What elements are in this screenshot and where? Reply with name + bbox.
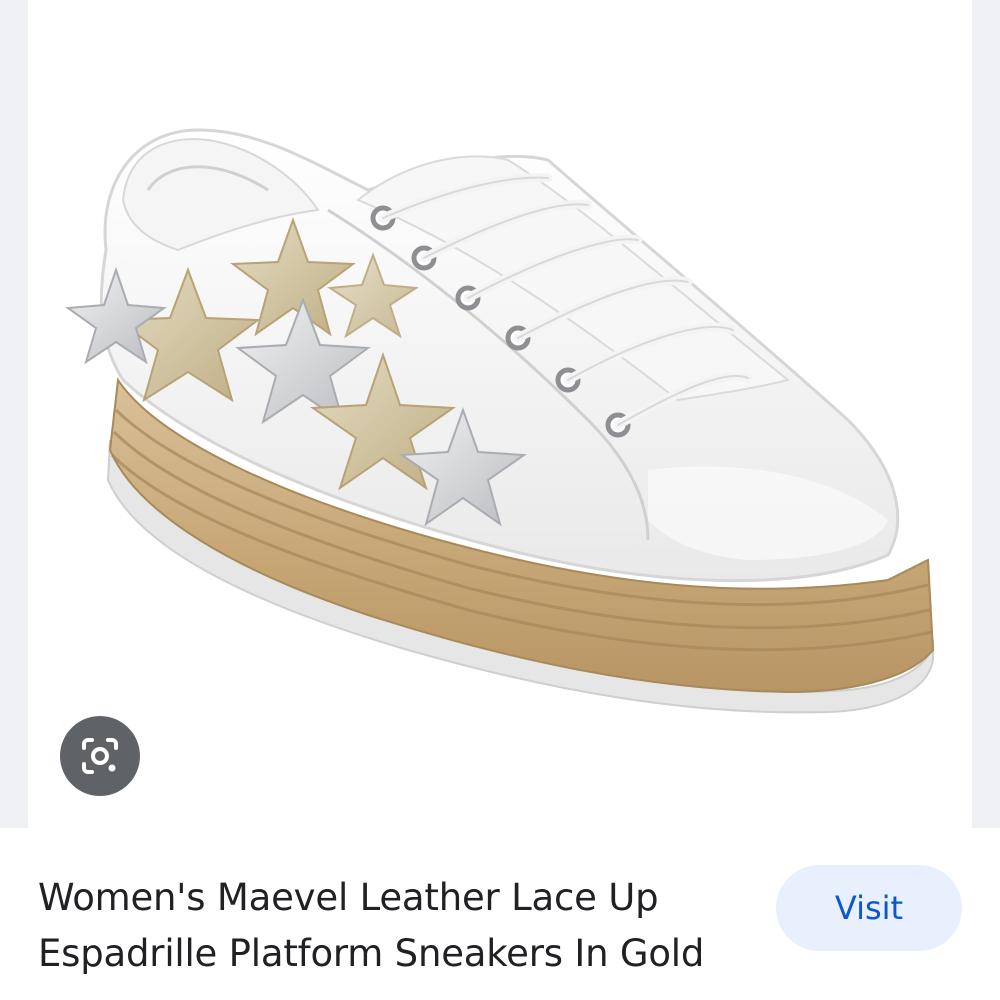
- product-image[interactable]: [28, 0, 972, 828]
- product-title-line-2: Espadrille Platform Sneakers In Gold: [38, 932, 705, 975]
- lens-search-button[interactable]: [60, 716, 140, 796]
- product-title-line-1: Women's Maevel Leather Lace Up: [38, 876, 659, 919]
- image-area: [0, 0, 1000, 828]
- visit-button[interactable]: Visit: [776, 865, 962, 951]
- product-title[interactable]: Women's Maevel Leather Lace Up Espadrill…: [38, 870, 758, 982]
- lens-camera-icon: [82, 738, 118, 774]
- result-caption: Women's Maevel Leather Lace Up Espadrill…: [0, 828, 1000, 1000]
- sneaker-illustration: [65, 128, 935, 714]
